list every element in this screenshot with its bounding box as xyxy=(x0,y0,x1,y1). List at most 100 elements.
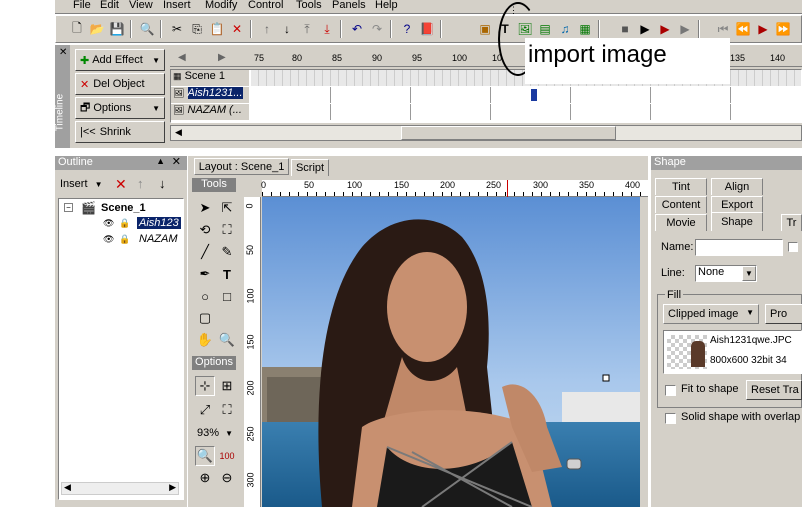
text-tool-icon[interactable]: T xyxy=(217,264,237,284)
line-select[interactable]: None ▼ xyxy=(695,265,757,282)
aish-frames[interactable] xyxy=(251,87,801,103)
open-icon[interactable]: 📂 xyxy=(88,20,106,38)
pencil-icon[interactable]: ✎ xyxy=(217,242,237,262)
tree-collapse-icon[interactable]: − xyxy=(64,203,73,212)
outline-move-up-icon[interactable]: ↑ xyxy=(137,176,144,191)
tree-item-scene[interactable]: Scene_1 xyxy=(101,202,146,214)
menu-tools[interactable]: Tools xyxy=(296,0,322,11)
keyframe-marker[interactable] xyxy=(531,89,537,101)
panel-pin-icon[interactable]: ▲ xyxy=(156,156,165,166)
fit-to-shape-checkbox[interactable] xyxy=(665,385,676,396)
timeline-close-icon[interactable]: ✕ xyxy=(59,47,67,58)
undo-icon[interactable]: ↶ xyxy=(348,20,366,38)
zoom-in-icon[interactable]: ⊕ xyxy=(195,468,215,488)
menu-control[interactable]: Control xyxy=(248,0,283,11)
tab-tint[interactable]: Tint xyxy=(655,178,707,195)
canvas-image[interactable] xyxy=(262,197,640,507)
first-frame-icon[interactable]: ⏮ xyxy=(714,20,732,38)
grid-icon[interactable]: ⊞ xyxy=(217,376,237,396)
tree-item-aish[interactable]: Aish123 xyxy=(137,217,181,229)
properties-button[interactable]: Pro xyxy=(765,304,802,324)
name-input[interactable] xyxy=(695,239,783,256)
redo-icon[interactable]: ↷ xyxy=(368,20,386,38)
move-bottom-icon[interactable]: ⤓ xyxy=(318,20,336,38)
scroll-left-icon[interactable]: ◀ xyxy=(64,482,71,493)
outline-move-down-icon[interactable]: ↓ xyxy=(159,176,166,191)
menu-insert[interactable]: Insert xyxy=(163,0,191,11)
move-top-icon[interactable]: ⤒ xyxy=(298,20,316,38)
menu-file[interactable]: File xyxy=(73,0,91,11)
nazam-frames[interactable] xyxy=(251,104,801,120)
zoom-fit-icon[interactable]: 🔍 xyxy=(195,446,215,466)
tab-content[interactable]: Content xyxy=(655,196,707,213)
timeline-row-nazam[interactable]: 🖼 NAZAM (... xyxy=(171,104,249,120)
copy-icon[interactable]: ⎘ xyxy=(188,20,206,38)
fill-type-select[interactable]: Clipped image ▼ xyxy=(663,304,759,324)
outline-insert-dropdown[interactable]: Insert ▼ xyxy=(60,178,103,190)
add-effect-button[interactable]: ✚ Add Effect ▼ xyxy=(75,49,165,71)
find-icon[interactable]: 🔍 xyxy=(138,20,156,38)
delete-icon[interactable]: ✕ xyxy=(228,20,246,38)
tab-script[interactable]: Script xyxy=(291,159,329,176)
insert-sound-icon[interactable]: ♫ xyxy=(556,20,574,38)
tab-export[interactable]: Export xyxy=(711,196,763,213)
solid-shape-checkbox[interactable] xyxy=(665,413,676,424)
line-icon[interactable]: ╱ xyxy=(195,242,215,262)
pen-icon[interactable]: ✒ xyxy=(195,264,215,284)
move-down-icon[interactable]: ↓ xyxy=(278,20,296,38)
next-frame-icon[interactable]: ▶ xyxy=(754,20,772,38)
del-object-button[interactable]: ✕ Del Object xyxy=(75,73,165,95)
select-arrow-icon[interactable]: ➤ xyxy=(195,198,215,218)
timeline-row-scene[interactable]: ▦ Scene 1 xyxy=(171,70,249,86)
rounded-rect-icon[interactable]: ▢ xyxy=(195,308,215,328)
play-icon[interactable]: ▶ xyxy=(636,20,654,38)
prev-frame-icon[interactable]: ⏪ xyxy=(734,20,752,38)
options-button[interactable]: 🗗 Options ▼ xyxy=(75,97,165,119)
transform-icon[interactable]: ⛶ xyxy=(217,220,237,240)
tab-align[interactable]: Align xyxy=(711,178,763,195)
zoom-icon[interactable]: 🔍 xyxy=(217,330,237,350)
zoom-100-icon[interactable]: 100 xyxy=(217,446,237,466)
ellipse-icon[interactable]: ○ xyxy=(195,286,215,306)
reset-transform-button[interactable]: Reset Tra xyxy=(746,380,802,400)
shrink-button[interactable]: |<< Shrink xyxy=(75,121,165,143)
edit-points-icon[interactable]: ⤢ xyxy=(195,400,215,420)
scrollbar-thumb[interactable] xyxy=(401,126,616,140)
snap-icon[interactable]: ⊹ xyxy=(195,376,215,396)
panel-close-icon[interactable]: ✕ xyxy=(172,155,181,168)
insert-button-icon[interactable]: ▤ xyxy=(536,20,554,38)
paste-icon[interactable]: 📋 xyxy=(208,20,226,38)
scroll-right-icon[interactable]: ▶ xyxy=(169,482,176,493)
tab-layout[interactable]: Layout : Scene_1 xyxy=(194,158,289,175)
help-icon[interactable]: ? xyxy=(398,20,416,38)
tab-shape[interactable]: Shape xyxy=(711,212,763,231)
outline-delete-icon[interactable]: ✕ xyxy=(115,176,127,193)
cut-icon[interactable]: ✂ xyxy=(168,20,186,38)
timeline-row-aish[interactable]: 🖼 Aish1231... xyxy=(171,87,249,103)
image-preview-box[interactable]: Aish1231qwe.JPC 800x600 32bit 34 xyxy=(663,330,802,374)
menu-help[interactable]: Help xyxy=(375,0,398,11)
tab-transform[interactable]: Tr xyxy=(781,214,802,231)
new-icon[interactable]: 🗋 xyxy=(68,20,86,38)
zoom-level-dropdown[interactable]: 93% ▼ xyxy=(197,427,233,439)
lock-icon[interactable]: 🔒 xyxy=(119,234,130,245)
stop-icon[interactable]: ■ xyxy=(616,20,634,38)
tab-movie[interactable]: Movie xyxy=(655,214,707,231)
insert-movie-icon[interactable]: ▦ xyxy=(576,20,594,38)
rotate-icon[interactable]: ⟲ xyxy=(195,220,215,240)
play-scene-icon[interactable]: ▶ xyxy=(656,20,674,38)
portrait-photo[interactable] xyxy=(262,197,640,507)
timeline-scrollbar[interactable]: ◀ xyxy=(170,125,802,141)
tree-item-nazam[interactable]: NAZAM xyxy=(139,233,178,245)
move-up-icon[interactable]: ↑ xyxy=(258,20,276,38)
scroll-right-icon[interactable]: ▶ xyxy=(218,52,226,63)
insert-shape-icon[interactable]: ▣ xyxy=(476,20,494,38)
hand-icon[interactable]: ✋ xyxy=(195,330,215,350)
rectangle-icon[interactable]: □ xyxy=(217,286,237,306)
book-icon[interactable]: 📕 xyxy=(418,20,436,38)
fast-forward-icon[interactable]: ⏩ xyxy=(774,20,792,38)
save-icon[interactable]: 💾 xyxy=(108,20,126,38)
dropdown-arrow-icon[interactable]: ▼ xyxy=(742,266,756,281)
scroll-left-icon[interactable]: ◀ xyxy=(175,127,182,138)
scroll-left-icon[interactable]: ◀ xyxy=(178,52,186,63)
